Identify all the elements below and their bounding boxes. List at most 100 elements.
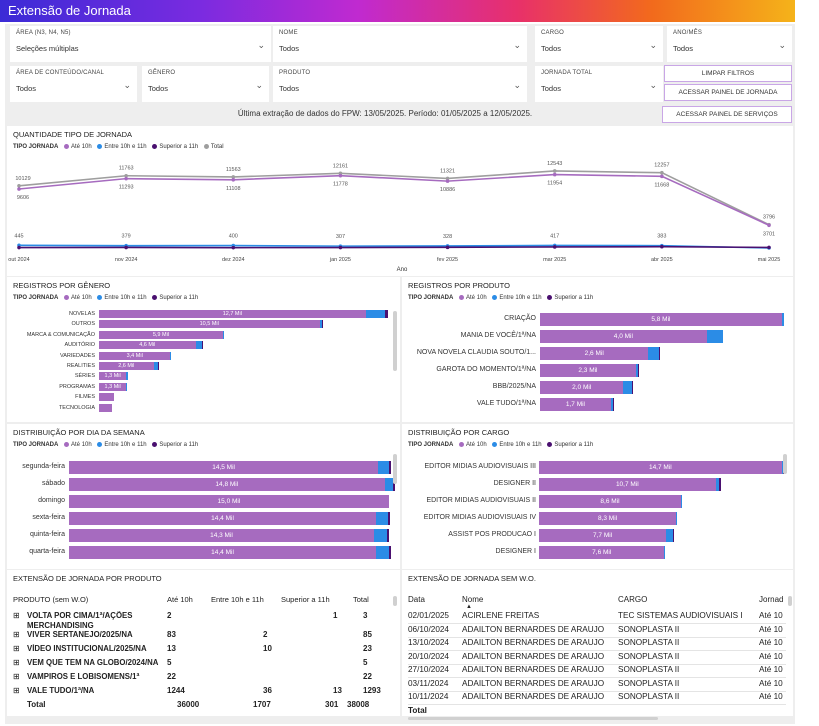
filter-cargo[interactable]: CARGO Todos ⌄	[535, 26, 663, 62]
bar-segment[interactable]	[126, 372, 129, 381]
bar-segment[interactable]	[376, 546, 389, 559]
expand-icon[interactable]: ⊞	[13, 658, 23, 667]
filter-jornada-total[interactable]: JORNADA TOTAL Todos ⌄	[535, 66, 663, 102]
scrollbar[interactable]	[783, 454, 787, 474]
bar-row[interactable]: 5,9 Mil	[99, 330, 393, 339]
bar-segment[interactable]	[384, 310, 388, 318]
bar-segment[interactable]	[126, 382, 128, 391]
bar-row[interactable]: 2,6 Mil	[540, 347, 786, 360]
filter-nome[interactable]: NOME Todos ⌄	[273, 26, 527, 62]
expand-icon[interactable]: ⊞	[13, 672, 23, 681]
scrollbar[interactable]	[788, 596, 792, 606]
bar-segment[interactable]	[201, 341, 203, 350]
bar-segment[interactable]	[376, 512, 388, 525]
bar-row[interactable]: 2,6 Mil	[99, 362, 393, 370]
expand-icon[interactable]: ⊞	[13, 686, 23, 695]
bar-row[interactable]: 3,4 Mil	[99, 351, 393, 360]
painel-servicos-button[interactable]: ACESSAR PAINEL DE SERVIÇOS	[662, 106, 792, 123]
bar-segment[interactable]	[99, 403, 112, 412]
column-header[interactable]: CARGO	[618, 595, 758, 604]
bar-segment[interactable]	[365, 310, 385, 318]
bar-row[interactable]: 10,7 Mil	[539, 478, 785, 491]
bar-row[interactable]: 2,0 Mil	[540, 381, 786, 394]
bar-segment[interactable]	[321, 320, 323, 329]
bar-row[interactable]: 15,0 Mil	[69, 495, 391, 508]
painel-jornada-button[interactable]: ACESSAR PAINEL DE JORNADA	[664, 84, 792, 101]
bar-row[interactable]: 7,6 Mil	[539, 546, 785, 559]
bar-segment[interactable]	[170, 351, 172, 360]
bar-segment[interactable]	[157, 362, 159, 370]
bar-row[interactable]: 14,4 Mil	[69, 546, 391, 559]
bar-segment[interactable]	[718, 478, 721, 491]
filter-ano-mes[interactable]: ANO/MÊS Todos ⌄	[667, 26, 792, 62]
expand-icon[interactable]: ⊞	[13, 630, 23, 639]
bar-segment[interactable]	[676, 512, 677, 525]
sort-icon[interactable]: ▲	[466, 604, 472, 610]
bar-segment[interactable]	[373, 529, 387, 542]
horizontal-scrollbar[interactable]	[408, 717, 658, 720]
category-label: AUDITÓRIO	[64, 342, 95, 349]
bar-segment[interactable]	[781, 313, 784, 326]
bar-row[interactable]: 14,8 Mil	[69, 478, 396, 491]
scrollbar[interactable]	[393, 596, 397, 606]
bar-segment[interactable]	[388, 461, 391, 474]
cell-data: 03/11/2024	[408, 678, 449, 688]
scrollbar[interactable]	[393, 454, 397, 484]
bar-row[interactable]: 14,5 Mil	[69, 461, 391, 474]
bar-row[interactable]: 4,0 Mil	[540, 330, 786, 343]
filter-genero[interactable]: GÊNERO Todos ⌄	[142, 66, 269, 102]
bar-segment[interactable]	[631, 381, 633, 394]
bar-segment[interactable]	[623, 381, 632, 394]
column-header[interactable]: Total	[353, 595, 389, 604]
bar-segment[interactable]	[99, 393, 114, 402]
column-header[interactable]: PRODUTO (sem W.O)	[13, 595, 173, 604]
bar-row[interactable]: 1,3 Mil	[99, 382, 393, 391]
bar-chart-genero: NOVELAS 12,7 Mil OUTROS 10,5 Mil MARCA & COM…	[7, 277, 400, 422]
bar-segment[interactable]	[388, 546, 391, 559]
filter-produto[interactable]: PRODUTO Todos ⌄	[273, 66, 527, 102]
bar-row[interactable]: 4,6 Mil	[99, 341, 393, 350]
bar-row[interactable]: 1,3 Mil	[99, 372, 393, 381]
bar-row[interactable]: 7,7 Mil	[539, 529, 785, 542]
bar-row[interactable]: 8,6 Mil	[539, 495, 785, 508]
limpar-filtros-button[interactable]: LIMPAR FILTROS	[664, 65, 792, 82]
filter-area-conteudo[interactable]: ÁREA DE CONTEÚDO/CANAL Todos ⌄	[10, 66, 137, 102]
bar-segment[interactable]	[384, 478, 394, 491]
column-header[interactable]: Jornad	[759, 595, 785, 604]
bar-row[interactable]: 8,3 Mil	[539, 512, 785, 525]
data-label: 14,7 Mil	[648, 464, 672, 471]
cell-jornada: Até 10	[759, 624, 783, 634]
bar-segment[interactable]	[648, 347, 659, 360]
bar-row[interactable]	[99, 403, 393, 412]
bar-row[interactable]: 14,7 Mil	[539, 461, 785, 474]
bar-segment[interactable]	[386, 529, 389, 542]
bar-segment[interactable]	[664, 546, 666, 559]
bar-row[interactable]: 1,7 Mil	[540, 398, 786, 411]
bar-segment[interactable]	[706, 330, 724, 343]
bar-row[interactable]: 5,8 Mil	[540, 313, 786, 326]
bar-row[interactable]: 12,7 Mil	[99, 310, 393, 318]
expand-icon[interactable]: ⊞	[13, 611, 23, 620]
bar-segment[interactable]	[666, 529, 673, 542]
data-label: 11563	[226, 167, 241, 173]
bar-row[interactable]: 2,3 Mil	[540, 364, 786, 377]
bar-segment[interactable]	[387, 512, 390, 525]
column-header[interactable]: Data	[408, 595, 462, 604]
bar-row[interactable]: 14,3 Mil	[69, 529, 391, 542]
column-header[interactable]: Até 10h	[167, 595, 213, 604]
bar-row[interactable]	[99, 393, 393, 402]
column-header[interactable]: Nome	[462, 595, 612, 604]
total-label: Total	[408, 706, 427, 715]
bar-segment[interactable]	[378, 461, 389, 474]
bar-row[interactable]: 14,4 Mil	[69, 512, 391, 525]
expand-icon[interactable]: ⊞	[13, 644, 23, 653]
bar-segment[interactable]	[680, 495, 682, 508]
bar-segment[interactable]	[672, 529, 674, 542]
bar-segment[interactable]	[658, 347, 660, 360]
scrollbar[interactable]	[393, 311, 397, 371]
data-point	[552, 245, 557, 249]
bar-segment[interactable]	[222, 330, 224, 339]
column-header[interactable]: Entre 10h e 11h	[211, 595, 281, 604]
bar-row[interactable]: 10,5 Mil	[99, 320, 393, 329]
filter-area[interactable]: ÁREA (N3, N4, N5) Seleções múltiplas ⌄	[10, 26, 271, 62]
